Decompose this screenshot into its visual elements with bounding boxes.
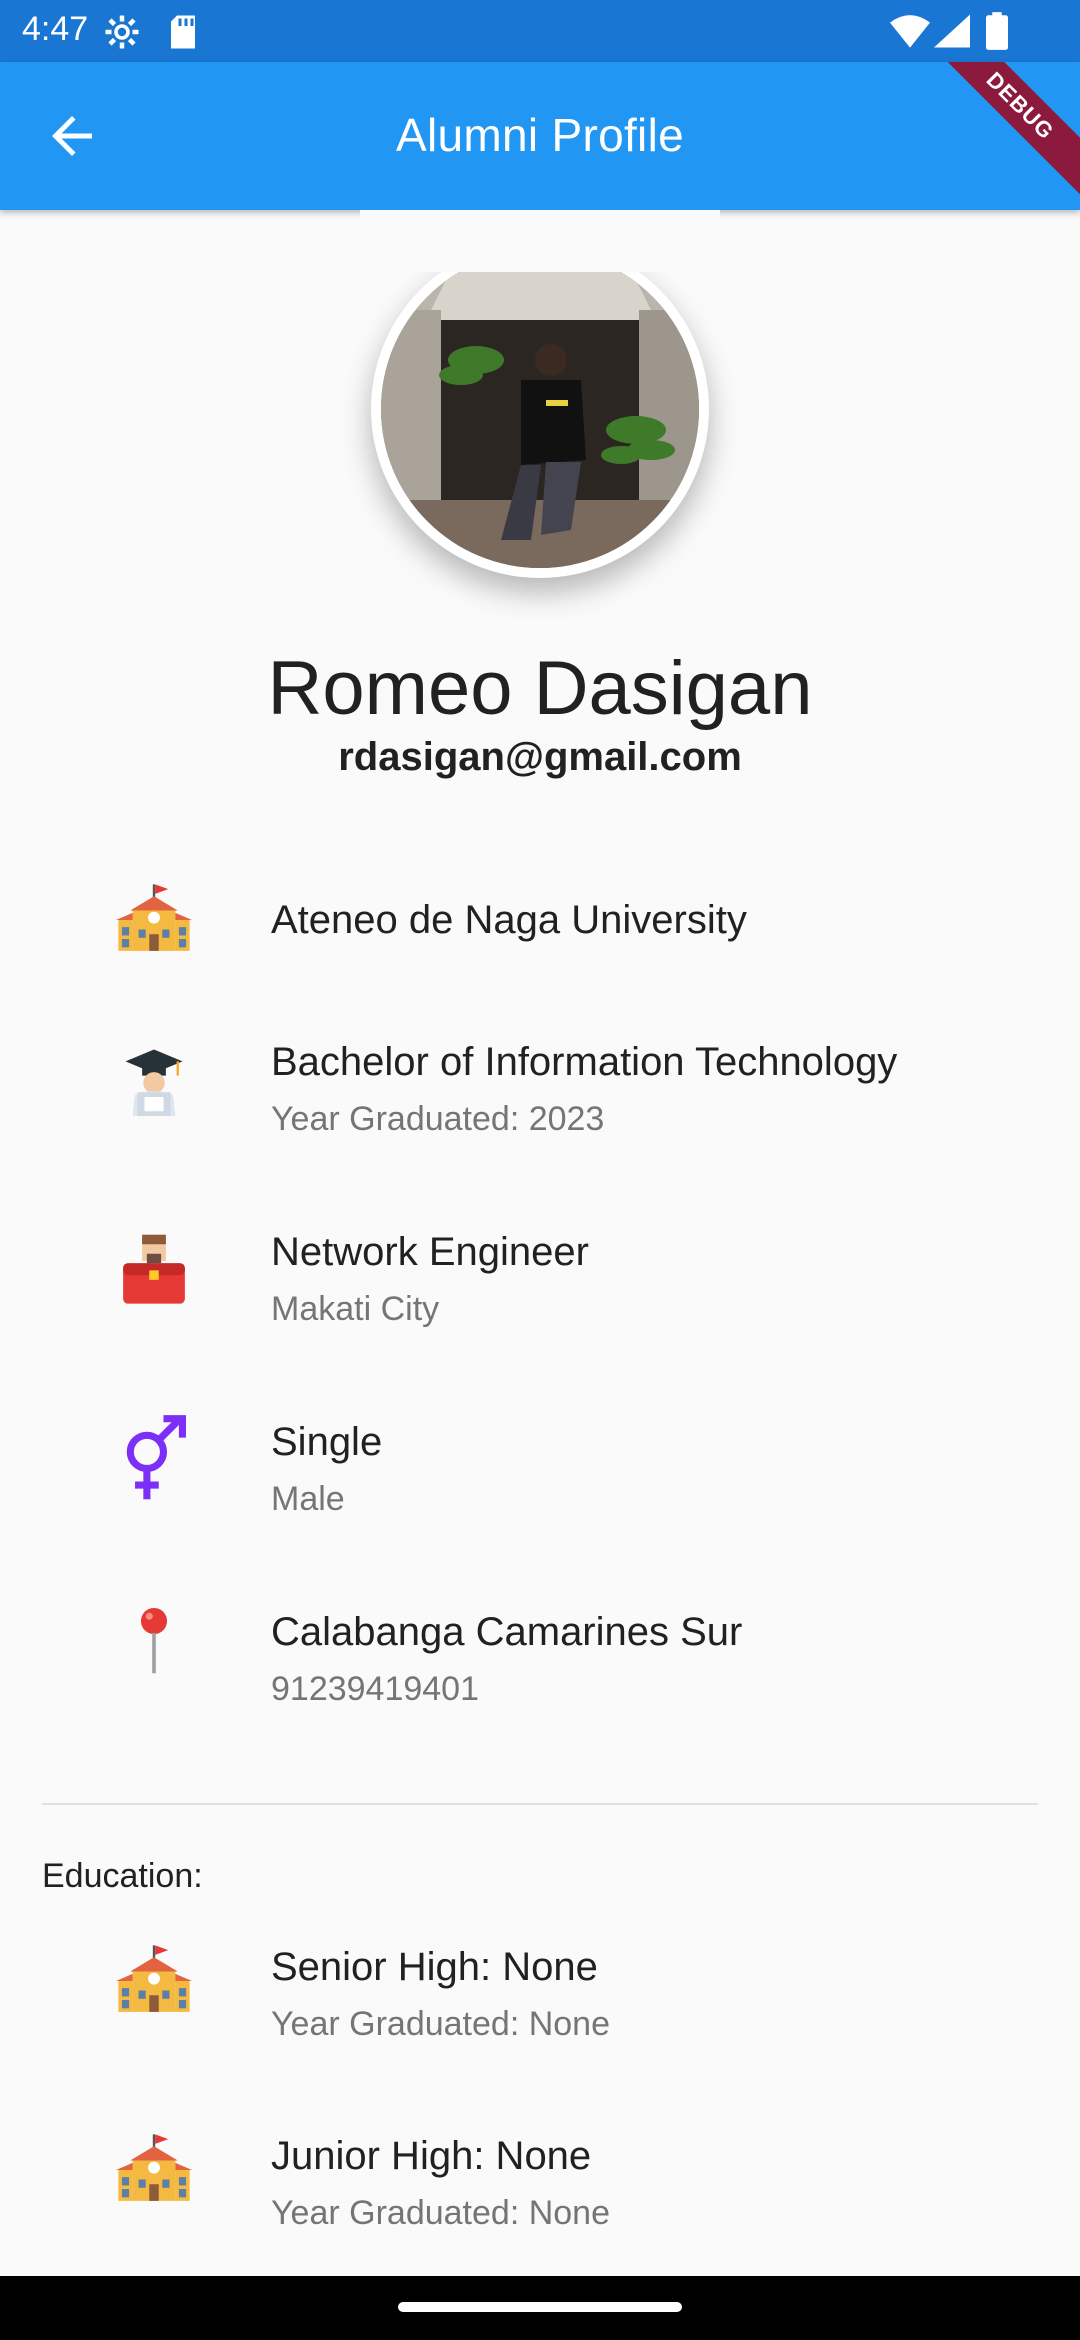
signal-icon: [934, 14, 970, 53]
detail-subtitle: 91239419401: [271, 1670, 480, 1708]
battery-icon: [986, 12, 1008, 55]
detail-subtitle: Makati City: [271, 1290, 440, 1328]
section-label-education: Education:: [42, 1857, 203, 1895]
detail-title: Calabanga Camarines Sur: [271, 1610, 743, 1654]
list-item-junior-high: Junior High: None Year Graduated: None: [0, 2124, 1080, 2244]
detail-subtitle: Year Graduated: None: [271, 2005, 610, 2043]
system-nav-bar: [0, 2276, 1080, 2340]
list-item-senior-high: Senior High: None Year Graduated: None: [0, 1935, 1080, 2055]
profile-name: Romeo Dasigan: [267, 646, 813, 731]
app-bar: Alumni Profile DEBUG: [0, 62, 1080, 210]
detail-title: Junior High: None: [271, 2134, 592, 2178]
detail-subtitle: Male: [271, 1480, 345, 1518]
detail-title: Network Engineer: [271, 1230, 589, 1274]
status-time: 4:47: [22, 10, 89, 48]
status-bar: 4:47: [0, 0, 1080, 62]
school-icon: [116, 2132, 192, 2208]
detail-title: Senior High: None: [271, 1945, 598, 1989]
school-icon: [116, 1943, 192, 2019]
list-item-status: Single Male: [0, 1410, 1080, 1530]
home-gesture-handle[interactable]: [398, 2302, 682, 2312]
school-icon: [116, 882, 192, 958]
detail-title: Ateneo de Naga University: [271, 898, 747, 942]
list-item-degree: Bachelor of Information Technology Year …: [0, 1030, 1080, 1150]
list-item-job: Network Engineer Makati City: [0, 1220, 1080, 1340]
detail-subtitle: Year Graduated: None: [271, 2194, 610, 2232]
gender-icon: [116, 1414, 192, 1500]
location-pin-icon: [116, 1602, 192, 1678]
page-title: Alumni Profile: [396, 109, 684, 161]
list-item-school: Ateneo de Naga University: [0, 880, 1080, 960]
profile-photo: [381, 250, 699, 568]
graduate-icon: [116, 1040, 192, 1116]
detail-subtitle: Year Graduated: 2023: [271, 1100, 605, 1138]
wifi-icon: [890, 14, 930, 53]
sd-card-icon: [168, 14, 198, 55]
profile-email: rdasigan@gmail.com: [338, 735, 742, 779]
detail-title: Bachelor of Information Technology: [271, 1040, 898, 1084]
avatar: [371, 240, 709, 578]
divider: [42, 1803, 1038, 1805]
list-item-address: Calabanga Camarines Sur 91239419401: [0, 1600, 1080, 1720]
briefcase-icon: [116, 1230, 192, 1306]
detail-title: Single: [271, 1420, 383, 1464]
avatar-mask: [360, 210, 720, 272]
gear-icon: [104, 14, 140, 55]
